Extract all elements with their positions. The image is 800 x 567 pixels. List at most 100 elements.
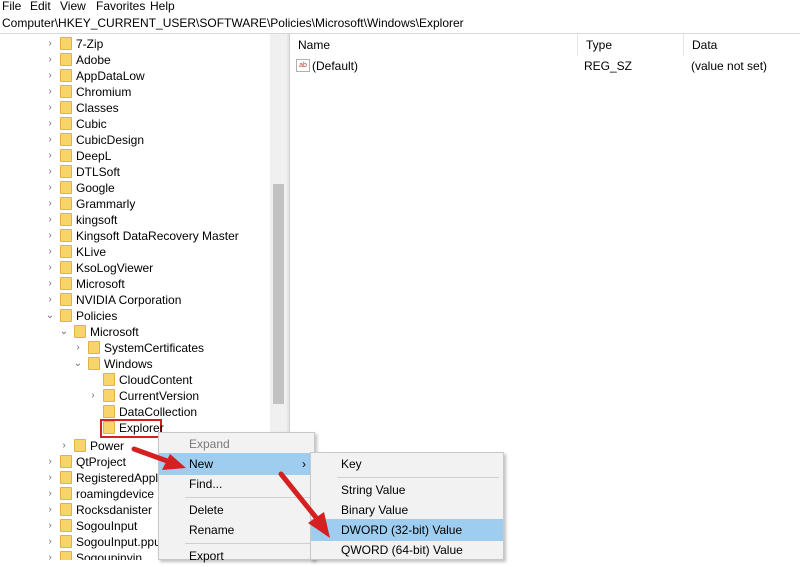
tree-item-label: Policies [76, 309, 118, 323]
chevron-right-icon[interactable]: › [44, 228, 56, 244]
chevron-right-icon[interactable]: › [44, 550, 56, 560]
tree-item-chromium[interactable]: › Chromium [0, 84, 270, 100]
menu-item-label: Key [341, 457, 362, 471]
chevron-right-icon[interactable]: › [44, 470, 56, 486]
tree-item-ksologviewer[interactable]: › KsoLogViewer [0, 260, 270, 276]
tree-item-nvidia[interactable]: › NVIDIA Corporation [0, 292, 270, 308]
chevron-right-icon[interactable]: › [44, 292, 56, 308]
tree-item-grammarly[interactable]: › Grammarly [0, 196, 270, 212]
menu-help[interactable]: Help [150, 0, 175, 13]
chevron-right-icon[interactable]: › [44, 84, 56, 100]
folder-icon [60, 551, 72, 560]
chevron-right-icon[interactable]: › [44, 116, 56, 132]
address-path: Computer\HKEY_CURRENT_USER\SOFTWARE\Poli… [2, 16, 464, 30]
menu-item-expand[interactable]: Expand [159, 433, 314, 455]
folder-icon [60, 503, 72, 516]
string-value-icon: ab [296, 59, 310, 72]
column-header-type[interactable]: Type [578, 34, 684, 56]
tree-item-dtlsoft[interactable]: › DTLSoft [0, 164, 270, 180]
menu-item-export[interactable]: Export [159, 545, 314, 567]
chevron-down-icon[interactable]: ⌄ [58, 324, 70, 340]
column-header-name[interactable]: Name [290, 34, 578, 56]
chevron-down-icon[interactable]: ⌄ [72, 356, 84, 372]
chevron-right-icon[interactable]: › [58, 438, 70, 454]
tree-item-cubicdesign[interactable]: › CubicDesign [0, 132, 270, 148]
submenu-item-string-value[interactable]: String Value [311, 479, 503, 501]
menu-item-label: String Value [341, 483, 406, 497]
chevron-right-icon[interactable]: › [44, 36, 56, 52]
tree-item-label: QtProject [76, 455, 127, 469]
chevron-right-icon[interactable]: › [44, 518, 56, 534]
chevron-right-icon[interactable]: › [44, 164, 56, 180]
menu-item-delete[interactable]: Delete [159, 499, 314, 521]
tree-item-kingsoft-datarecovery[interactable]: › Kingsoft DataRecovery Master [0, 228, 270, 244]
menu-item-rename[interactable]: Rename [159, 519, 314, 541]
menu-file[interactable]: File [2, 0, 21, 13]
tree-item-currentversion[interactable]: › CurrentVersion [0, 388, 270, 404]
tree-item-cloudcontent[interactable]: CloudContent [0, 372, 270, 388]
menu-item-label: Binary Value [341, 503, 409, 517]
tree-item-label: CloudContent [119, 373, 193, 387]
chevron-right-icon[interactable]: › [44, 100, 56, 116]
menu-item-label: QWORD (64-bit) Value [341, 543, 463, 557]
submenu-item-key[interactable]: Key [311, 453, 503, 475]
tree-item-label: Google [76, 181, 115, 195]
tree-item-policies-microsoft[interactable]: ⌄ Microsoft [0, 324, 270, 340]
scrollbar-thumb[interactable] [273, 184, 284, 404]
column-header-data[interactable]: Data [684, 34, 800, 56]
tree-item-7zip[interactable]: › 7-Zip [0, 36, 270, 52]
menu-edit[interactable]: Edit [30, 0, 51, 13]
chevron-right-icon[interactable]: › [44, 454, 56, 470]
chevron-right-icon[interactable]: › [44, 244, 56, 260]
chevron-right-icon[interactable]: › [44, 502, 56, 518]
tree-item-label: Rocksdanister [76, 503, 153, 517]
tree-item-windows[interactable]: ⌄ Windows [0, 356, 270, 372]
menu-item-find[interactable]: Find... [159, 473, 314, 495]
chevron-down-icon[interactable]: ⌄ [44, 308, 56, 324]
menu-view[interactable]: View [60, 0, 86, 13]
chevron-right-icon[interactable]: › [44, 486, 56, 502]
folder-icon [60, 261, 72, 274]
chevron-right-icon[interactable]: › [44, 196, 56, 212]
tree-item-label: CurrentVersion [119, 389, 200, 403]
tree-item-label: DataCollection [119, 405, 198, 419]
folder-icon [60, 165, 72, 178]
chevron-right-icon[interactable]: › [87, 388, 99, 404]
chevron-right-icon[interactable]: › [44, 260, 56, 276]
tree-item-label: Grammarly [76, 197, 136, 211]
tree-item-policies[interactable]: ⌄ Policies [0, 308, 270, 324]
tree-item-klive[interactable]: › KLive [0, 244, 270, 260]
tree-item-google[interactable]: › Google [0, 180, 270, 196]
menu-item-new[interactable]: New › [159, 453, 314, 475]
chevron-right-icon[interactable]: › [72, 340, 84, 356]
submenu-item-qword-value[interactable]: QWORD (64-bit) Value [311, 539, 503, 561]
menu-separator [185, 543, 310, 544]
chevron-right-icon[interactable]: › [44, 148, 56, 164]
chevron-right-icon[interactable]: › [44, 534, 56, 550]
folder-icon [60, 455, 72, 468]
tree-item-kingsoft[interactable]: › kingsoft [0, 212, 270, 228]
value-row[interactable]: ab (Default) REG_SZ (value not set) [290, 56, 800, 76]
folder-icon [60, 213, 72, 226]
chevron-right-icon[interactable]: › [44, 180, 56, 196]
tree-item-appdatalow[interactable]: › AppDataLow [0, 68, 270, 84]
chevron-right-icon[interactable]: › [44, 212, 56, 228]
tree-item-microsoft[interactable]: › Microsoft [0, 276, 270, 292]
menu-favorites[interactable]: Favorites [96, 0, 145, 13]
chevron-right-icon[interactable]: › [44, 132, 56, 148]
submenu-item-binary-value[interactable]: Binary Value [311, 499, 503, 521]
chevron-right-icon[interactable]: › [44, 68, 56, 84]
tree-item-deepl[interactable]: › DeepL [0, 148, 270, 164]
tree-item-datacollection[interactable]: DataCollection [0, 404, 270, 420]
submenu-item-dword-value[interactable]: DWORD (32-bit) Value [311, 519, 503, 541]
tree-item-classes[interactable]: › Classes [0, 100, 270, 116]
tree-item-label: CubicDesign [76, 133, 145, 147]
tree-item-label: DeepL [76, 149, 112, 163]
tree-item-systemcertificates[interactable]: › SystemCertificates [0, 340, 270, 356]
folder-icon [88, 357, 100, 370]
address-bar[interactable]: Computer\HKEY_CURRENT_USER\SOFTWARE\Poli… [0, 13, 800, 34]
chevron-right-icon[interactable]: › [44, 276, 56, 292]
tree-item-cubic[interactable]: › Cubic [0, 116, 270, 132]
tree-item-adobe[interactable]: › Adobe [0, 52, 270, 68]
chevron-right-icon[interactable]: › [44, 52, 56, 68]
